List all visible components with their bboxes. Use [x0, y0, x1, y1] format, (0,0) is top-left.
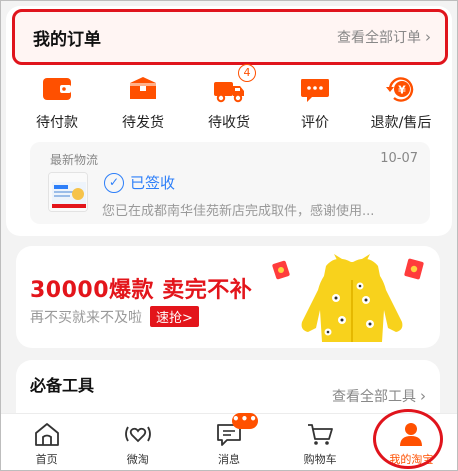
- view-all-tools-label: 查看全部工具: [332, 389, 416, 405]
- promo-banner[interactable]: 30000爆款 卖完不补 再不买就来不及啦 速抢>: [16, 246, 440, 348]
- pending-receipt-count-badge: 4: [238, 64, 256, 82]
- box-icon: [126, 74, 160, 104]
- tab-home[interactable]: 首页: [7, 414, 87, 467]
- home-icon: [32, 421, 62, 447]
- status-label: 待收货: [208, 115, 250, 131]
- view-all-orders-label: 查看全部订单: [337, 30, 421, 46]
- delivery-status-text: 已签收: [130, 174, 176, 192]
- rush-buy-button[interactable]: 速抢>: [150, 306, 199, 327]
- status-pending-receipt[interactable]: 4 待收货: [189, 64, 269, 140]
- chevron-right-icon: ›: [425, 28, 431, 46]
- truck-icon: 4: [212, 64, 256, 104]
- status-label: 退款/售后: [370, 115, 432, 131]
- order-status-row: 待付款 待发货 4 待收货 评价 ¥ 退款/售后: [6, 64, 452, 140]
- message-icon: •••: [214, 413, 258, 447]
- tab-label: 首页: [35, 453, 58, 466]
- logistics-label: 最新物流: [50, 153, 99, 167]
- delivery-status: ✓ 已签收: [104, 172, 175, 193]
- chevron-right-icon: ›: [420, 387, 426, 405]
- logistics-date: 10-07: [380, 151, 418, 166]
- product-thumbnail: [48, 172, 88, 212]
- tab-label: 消息: [217, 453, 240, 466]
- latest-logistics-panel[interactable]: 最新物流 10-07 ✓ 已签收 您已在成都南华佳苑新店完成取件，感谢使用...: [30, 142, 430, 224]
- red-envelope-icon: [272, 260, 290, 280]
- tab-weitao[interactable]: 微淘: [98, 414, 178, 467]
- status-refund[interactable]: ¥ 退款/售后: [361, 74, 441, 140]
- tab-label: 微淘: [126, 453, 149, 466]
- refund-icon: ¥: [384, 74, 418, 104]
- tab-messages[interactable]: ••• 消息: [189, 413, 269, 467]
- heart-wave-icon: [123, 421, 153, 447]
- status-label: 待付款: [36, 115, 78, 131]
- tab-my-taobao[interactable]: 我的淘宝: [371, 414, 451, 467]
- order-card: 我的订单 查看全部订单 › 待付款 待发货 4 待收货 评价 ¥ 退款/售后 最…: [6, 6, 452, 236]
- red-envelope-icon: [404, 258, 424, 280]
- order-title: 我的订单: [33, 29, 101, 50]
- promo-product-image: [266, 250, 436, 346]
- comment-icon: [298, 74, 332, 104]
- promo-subtext: 再不买就来不及啦: [30, 309, 142, 326]
- tab-label: 购物车: [303, 453, 337, 466]
- status-label: 评价: [301, 115, 329, 131]
- user-icon: [396, 421, 426, 447]
- view-all-orders-link[interactable]: 查看全部订单 ›: [337, 27, 431, 47]
- bottom-tab-bar: 首页 微淘 ••• 消息 购物车 我的淘宝: [1, 413, 457, 470]
- tab-label: 我的淘宝: [389, 453, 434, 466]
- promo-headline: 30000爆款 卖完不补: [30, 278, 253, 303]
- cart-icon: [305, 421, 335, 447]
- message-badge: •••: [231, 413, 258, 429]
- check-circle-icon: ✓: [104, 172, 124, 193]
- svg-text:¥: ¥: [398, 84, 406, 97]
- status-label: 待发货: [122, 115, 164, 131]
- logistics-description: 您已在成都南华佳苑新店完成取件，感谢使用...: [102, 204, 375, 219]
- order-header[interactable]: 我的订单 查看全部订单 ›: [12, 9, 448, 65]
- status-review[interactable]: 评价: [275, 74, 355, 140]
- status-pending-payment[interactable]: 待付款: [17, 74, 97, 140]
- tab-cart[interactable]: 购物车: [280, 414, 360, 467]
- promo-subline: 再不买就来不及啦 速抢>: [30, 306, 199, 327]
- wallet-icon: [40, 74, 74, 104]
- essential-tools-card: 必备工具 查看全部工具 ›: [16, 360, 440, 420]
- status-pending-shipment[interactable]: 待发货: [103, 74, 183, 140]
